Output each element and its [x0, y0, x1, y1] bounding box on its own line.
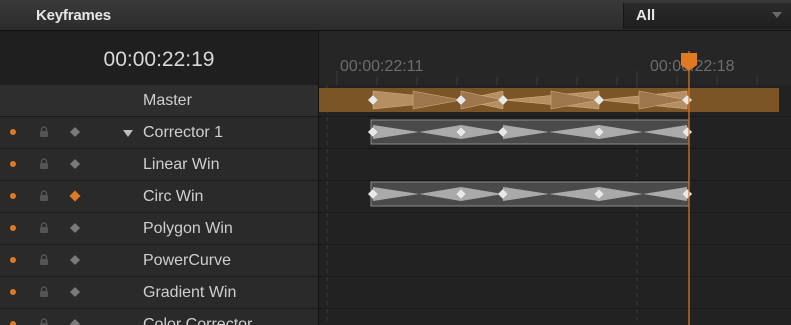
track-row-powercurve[interactable]: PowerCurve	[0, 245, 318, 277]
lock-icon[interactable]	[38, 318, 50, 325]
keyframe-overlay	[319, 51, 779, 325]
enable-dot-icon[interactable]	[10, 257, 16, 263]
track-row-circ-win[interactable]: Circ Win	[0, 181, 318, 213]
keyframe-filter-dropdown[interactable]: All	[623, 3, 791, 29]
chevron-down-icon	[772, 12, 782, 18]
keyframe-timeline[interactable]: 00:00:22:11 00:00:22:18	[318, 31, 791, 325]
keyframe-diamond-icon[interactable]	[69, 286, 81, 298]
enable-dot-icon[interactable]	[10, 193, 16, 199]
enable-dot-icon[interactable]	[10, 129, 16, 135]
track-row-master[interactable]: Master	[0, 85, 318, 117]
track-label: Corrector 1	[143, 124, 224, 141]
keyframe-diamond-active-icon[interactable]	[69, 190, 81, 202]
keyframe-diamond-icon[interactable]	[69, 126, 81, 138]
keyframe-diamond-icon[interactable]	[69, 254, 81, 266]
track-label: Master	[143, 92, 192, 109]
track-row-linear-win[interactable]: Linear Win	[0, 149, 318, 181]
timecode-display[interactable]: 00:00:22:19	[0, 31, 318, 86]
lock-icon[interactable]	[38, 286, 50, 298]
track-label: Gradient Win	[143, 284, 237, 301]
track-row-gradient-win[interactable]: Gradient Win	[0, 277, 318, 309]
lock-icon[interactable]	[38, 222, 50, 234]
panel-title: Keyframes	[36, 7, 111, 24]
lock-icon[interactable]	[38, 126, 50, 138]
keyframes-panel: Keyframes All 00:00:22:19 Master Correct…	[0, 0, 791, 325]
track-row-corrector-1[interactable]: Corrector 1	[0, 117, 318, 149]
enable-dot-icon[interactable]	[10, 161, 16, 167]
keyframe-diamond-icon[interactable]	[69, 222, 81, 234]
lock-icon[interactable]	[38, 254, 50, 266]
lock-icon[interactable]	[38, 190, 50, 202]
timecode-value: 00:00:22:19	[103, 48, 215, 71]
keyframe-diamond-icon[interactable]	[69, 318, 81, 325]
enable-dot-icon[interactable]	[10, 225, 16, 231]
playhead-handle[interactable]	[681, 53, 697, 71]
track-label: Linear Win	[143, 156, 220, 173]
lock-icon[interactable]	[38, 158, 50, 170]
track-label: PowerCurve	[143, 252, 232, 269]
track-row-color-corrector[interactable]: Color Corrector	[0, 309, 318, 325]
track-row-polygon-win[interactable]: Polygon Win	[0, 213, 318, 245]
expand-triangle-icon[interactable]	[123, 130, 133, 137]
track-label: Polygon Win	[143, 220, 233, 237]
track-label: Color Corrector	[143, 316, 253, 325]
filter-value: All	[636, 7, 656, 24]
keyframe-diamond-icon[interactable]	[69, 158, 81, 170]
enable-dot-icon[interactable]	[10, 289, 16, 295]
track-label: Circ Win	[143, 188, 204, 205]
panel-header: Keyframes All	[0, 0, 791, 31]
enable-dot-icon[interactable]	[10, 321, 16, 325]
track-list: 00:00:22:19 Master Corrector 1 Linear Wi…	[0, 31, 318, 325]
